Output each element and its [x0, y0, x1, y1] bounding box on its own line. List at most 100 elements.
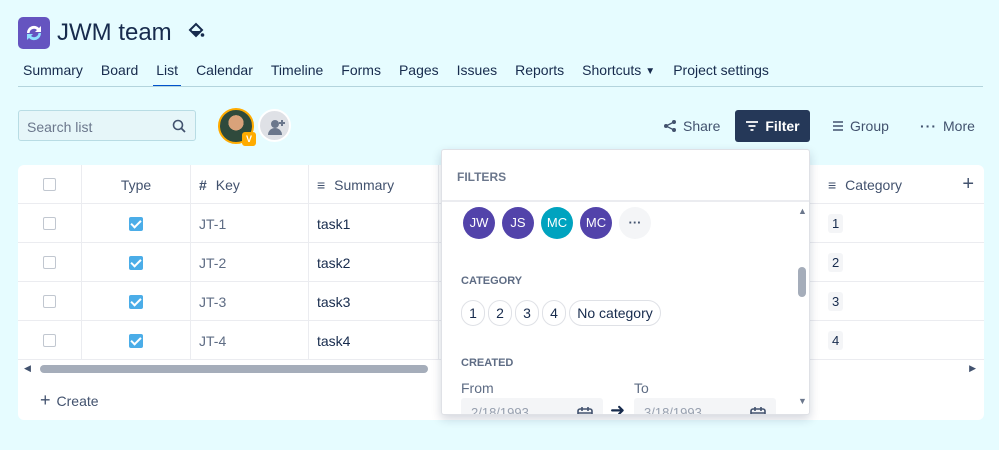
filter-scroll-thumb[interactable]: [798, 267, 806, 297]
share-button[interactable]: Share: [655, 110, 728, 142]
tab-issues[interactable]: Issues: [448, 60, 506, 86]
checkbox[interactable]: [43, 256, 56, 269]
checkbox[interactable]: [43, 295, 56, 308]
from-label: From: [461, 380, 494, 396]
tab-timeline[interactable]: Timeline: [262, 60, 332, 86]
summary-cell[interactable]: task2: [309, 243, 439, 282]
group-icon: [833, 121, 843, 131]
group-label: Group: [850, 118, 889, 134]
key-cell[interactable]: JT-2: [191, 243, 309, 282]
key-cell[interactable]: JT-1: [191, 204, 309, 243]
project-sync-icon[interactable]: [18, 17, 50, 49]
assignee-avatar-mc-2[interactable]: MC: [580, 207, 612, 239]
category-heading: CATEGORY: [461, 275, 523, 287]
from-date-value: 2/18/1993: [471, 405, 529, 415]
assignee-avatar-jw[interactable]: JW: [463, 207, 495, 239]
tab-summary[interactable]: Summary: [14, 60, 92, 86]
category-chip-4[interactable]: 4: [542, 300, 566, 326]
plus-icon: +: [40, 390, 51, 410]
category-chip-3[interactable]: 3: [515, 300, 539, 326]
type-cell: [82, 282, 191, 321]
filter-panel-scrollbar[interactable]: ▲ ▼: [797, 206, 809, 406]
calendar-icon[interactable]: [750, 406, 766, 415]
summary-cell[interactable]: task3: [309, 282, 439, 321]
tab-shortcuts[interactable]: Shortcuts ▼: [573, 60, 664, 86]
type-cell: [82, 204, 191, 243]
summary-cell[interactable]: task1: [309, 204, 439, 243]
checkbox[interactable]: [43, 178, 56, 191]
add-column-icon[interactable]: +: [962, 173, 974, 196]
tab-board[interactable]: Board: [92, 60, 147, 86]
header-summary[interactable]: ≡ Summary: [309, 165, 439, 204]
filter-panel-divider: [442, 200, 809, 202]
checkbox[interactable]: [43, 217, 56, 230]
row-select[interactable]: [18, 204, 82, 243]
category-chip-2[interactable]: 2: [488, 300, 512, 326]
task-type-icon: [129, 294, 143, 309]
assignee-avatar-mc[interactable]: MC: [541, 207, 573, 239]
from-date-input[interactable]: 2/18/1993: [461, 398, 603, 415]
scroll-up-icon[interactable]: ▲: [798, 206, 807, 216]
create-button[interactable]: + Create: [40, 390, 99, 411]
tab-forms[interactable]: Forms: [332, 60, 390, 86]
filter-button[interactable]: Filter: [735, 110, 810, 142]
header-category[interactable]: ≡ Category +: [819, 165, 984, 204]
more-label: More: [943, 118, 975, 134]
calendar-icon[interactable]: [577, 406, 593, 415]
list-lines-icon: ≡: [828, 176, 837, 193]
header-type[interactable]: Type: [82, 165, 191, 204]
category-value: 2: [828, 253, 844, 272]
header-key[interactable]: # Key: [191, 165, 309, 204]
scroll-left-icon[interactable]: ◀: [24, 363, 31, 374]
group-button[interactable]: Group: [824, 110, 897, 142]
chevron-down-icon: ▼: [645, 66, 656, 77]
header-summary-label: Summary: [334, 176, 395, 193]
checkbox[interactable]: [43, 334, 56, 347]
category-cell[interactable]: 1: [819, 204, 984, 243]
tab-project-settings[interactable]: Project settings: [664, 60, 778, 86]
avatar-badge: V: [242, 132, 256, 146]
category-value: 1: [828, 214, 844, 233]
assignee-avatar-js[interactable]: JS: [502, 207, 534, 239]
to-date-input[interactable]: 3/18/1993: [634, 398, 776, 415]
category-cell[interactable]: 3: [819, 282, 984, 321]
user-avatar[interactable]: V: [218, 108, 256, 146]
row-select[interactable]: [18, 243, 82, 282]
filter-label: Filter: [765, 118, 800, 134]
tab-reports[interactable]: Reports: [506, 60, 573, 86]
to-label: To: [634, 380, 649, 396]
type-cell: [82, 321, 191, 360]
more-button[interactable]: ··· More: [912, 110, 983, 142]
text-lines-icon: ≡: [317, 176, 326, 193]
category-chip-1[interactable]: 1: [461, 300, 485, 326]
summary-cell[interactable]: task4: [309, 321, 439, 360]
share-icon: [664, 120, 676, 132]
header-category-label: Category: [845, 176, 902, 193]
key-cell[interactable]: JT-3: [191, 282, 309, 321]
add-person-icon: [268, 120, 285, 135]
type-cell: [82, 243, 191, 282]
row-select[interactable]: [18, 321, 82, 360]
tab-shortcuts-label: Shortcuts: [582, 62, 642, 78]
search-input[interactable]: Search list: [18, 110, 196, 141]
scroll-down-icon[interactable]: ▼: [798, 396, 807, 406]
category-chip-none[interactable]: No category: [569, 300, 661, 326]
add-people-button[interactable]: [258, 109, 291, 142]
more-assignees-button[interactable]: ···: [619, 207, 651, 239]
project-title: JWM team: [57, 19, 172, 46]
filter-icon: [746, 121, 759, 131]
category-cell[interactable]: 4: [819, 321, 984, 360]
paint-bucket-icon[interactable]: [187, 22, 205, 45]
search-placeholder: Search list: [27, 119, 93, 135]
category-cell[interactable]: 2: [819, 243, 984, 282]
scroll-right-icon[interactable]: ▶: [969, 363, 976, 374]
to-date-value: 3/18/1993: [644, 405, 702, 415]
select-all-checkbox[interactable]: [18, 165, 82, 204]
row-select[interactable]: [18, 282, 82, 321]
tab-list[interactable]: List: [147, 60, 187, 87]
scroll-thumb[interactable]: [40, 365, 428, 373]
key-cell[interactable]: JT-4: [191, 321, 309, 360]
tab-calendar[interactable]: Calendar: [187, 60, 262, 86]
tab-pages[interactable]: Pages: [390, 60, 448, 86]
create-label: Create: [56, 392, 99, 409]
